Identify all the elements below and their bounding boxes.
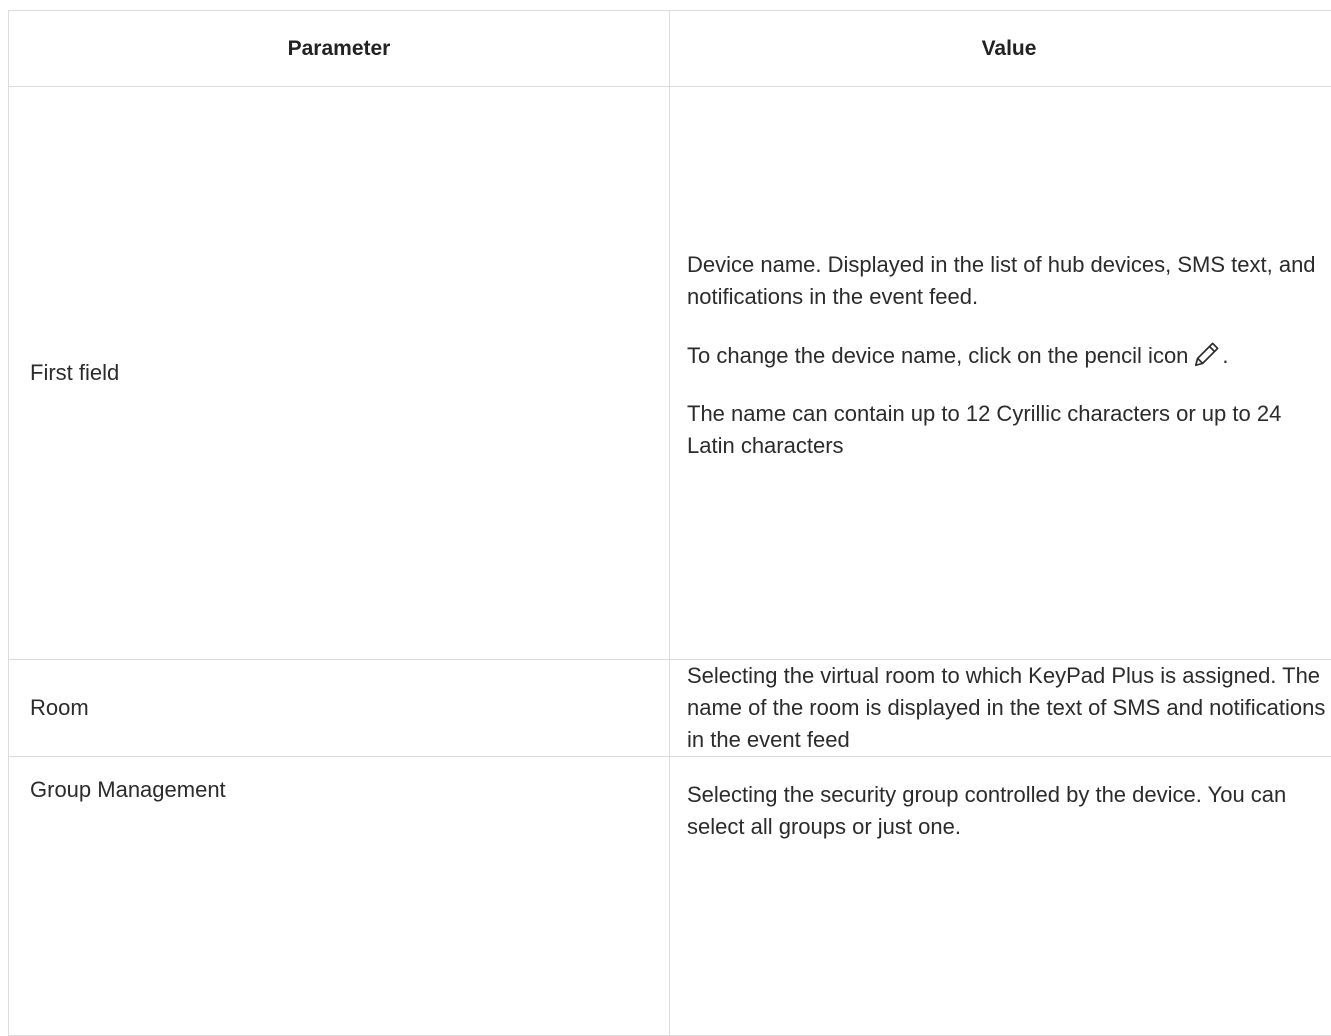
parameter-cell: First field	[9, 87, 670, 660]
value-cell: Device name. Displayed in the list of hu…	[670, 87, 1331, 660]
value-text: To change the device name, click on the …	[687, 343, 1188, 368]
value-cell: Selecting the security group controlled …	[670, 757, 1331, 1036]
parameters-table: Parameter Value First field Device name.…	[8, 10, 1331, 1036]
value-paragraph: The name can contain up to 12 Cyrillic c…	[687, 398, 1328, 462]
value-paragraph-pencil: To change the device name, click on the …	[687, 339, 1328, 372]
parameter-cell: Group Management	[9, 757, 670, 1036]
value-paragraph: Device name. Displayed in the list of hu…	[687, 249, 1328, 313]
header-value: Value	[670, 11, 1331, 87]
pencil-icon	[1192, 339, 1222, 369]
table-header-row: Parameter Value	[9, 11, 1331, 87]
table-row: Group Management Selecting the security …	[9, 757, 1331, 1036]
table-row: First field Device name. Displayed in th…	[9, 87, 1331, 660]
value-cell: Selecting the virtual room to which KeyP…	[670, 660, 1331, 757]
table-row: Room Selecting the virtual room to which…	[9, 660, 1331, 757]
parameter-cell: Room	[9, 660, 670, 757]
value-text-suffix: .	[1222, 343, 1228, 368]
header-parameter: Parameter	[9, 11, 670, 87]
